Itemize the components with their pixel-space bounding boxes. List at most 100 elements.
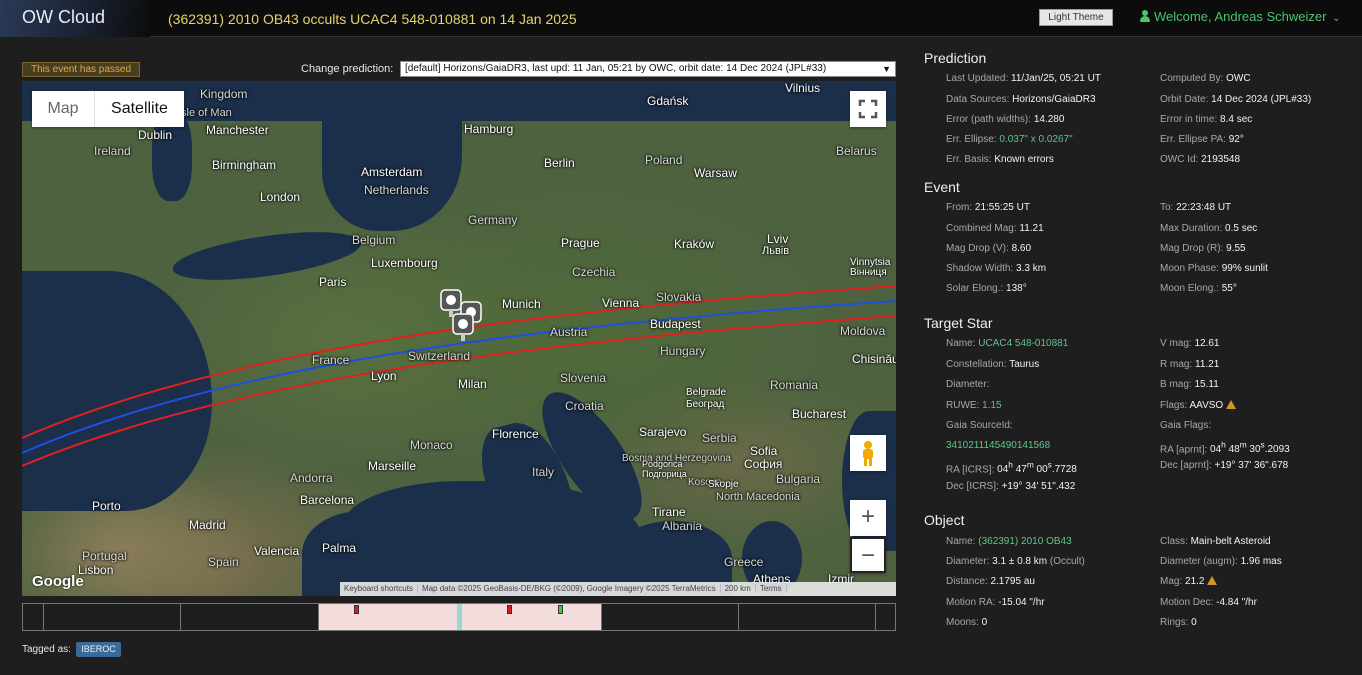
field-label: To: <box>1160 202 1174 213</box>
city-label: Manchester <box>206 123 269 137</box>
map-data-credit: Map data ©2025 GeoBasis-DE/BKG (©2009), … <box>417 584 721 593</box>
field-value: 14 Dec 2024 (JPL#33) <box>1211 94 1312 105</box>
event-row: From: 21:55:25 UT <box>946 202 1030 213</box>
country-label: France <box>312 353 350 367</box>
map-type-satellite-button[interactable]: Satellite <box>95 91 184 127</box>
tag-badge[interactable]: IBEROC <box>76 642 121 657</box>
city-label: Marseille <box>368 459 417 473</box>
prediction-section-title: Prediction <box>924 50 987 66</box>
star-row: Gaia SourceId: <box>946 420 1013 431</box>
field-value: +19° 34' 51".432 <box>1001 481 1076 492</box>
field-value: 2193548 <box>1201 154 1241 165</box>
timeline-observer-mark[interactable] <box>354 605 359 614</box>
object-row: Motion RA: -15.04 "/hr <box>946 597 1045 608</box>
city-label: Chisinău <box>852 352 896 366</box>
field-label: B mag: <box>1160 379 1192 390</box>
field-value: -4.84 "/hr <box>1216 597 1257 608</box>
user-icon <box>1140 10 1150 22</box>
fullscreen-icon <box>858 99 878 119</box>
timeline-observer-mark[interactable] <box>507 605 512 614</box>
field-value: 0.037" x 0.0267" <box>999 134 1073 145</box>
country-label: Belgium <box>352 233 396 247</box>
city-label: Barcelona <box>300 493 355 507</box>
country-label: Belarus <box>836 144 877 158</box>
event-row: Moon Elong.: 55° <box>1160 283 1237 294</box>
country-label: Portugal <box>82 549 127 563</box>
field-label: Mag Drop (V): <box>946 243 1009 254</box>
field-value: 0 <box>981 617 988 628</box>
field-value: 55° <box>1221 283 1237 294</box>
object-row: Motion Dec: -4.84 "/hr <box>1160 597 1257 608</box>
street-view-pegman[interactable] <box>850 435 886 471</box>
field-value: AAVSO <box>1189 400 1224 411</box>
field-label: Name: <box>946 338 976 349</box>
field-label: RA [ICRS]: <box>946 464 995 476</box>
field-label: Err. Ellipse PA: <box>1160 134 1226 145</box>
fullscreen-button[interactable] <box>850 91 886 127</box>
zoom-in-button[interactable]: + <box>850 500 886 536</box>
field-label: R mag: <box>1160 359 1193 370</box>
city-label: Warsaw <box>694 166 737 180</box>
field-value: 11.21 <box>1019 223 1044 234</box>
field-value: +19° 37' 36".678 <box>1214 460 1289 471</box>
object-row: Mag: 21.2 <box>1160 576 1218 587</box>
user-menu[interactable]: Welcome, Andreas Schweizer ⌄ <box>1140 9 1340 24</box>
top-bar: OW Cloud (362391) 2010 OB43 occults UCAC… <box>0 0 1362 37</box>
field-value: 1.15 <box>982 400 1002 411</box>
object-row: Distance: 2.1795 au <box>946 576 1035 587</box>
field-value: -15.04 "/hr <box>998 597 1045 608</box>
field-label: Max Duration: <box>1160 223 1223 234</box>
field-label: Flags: <box>1160 400 1188 411</box>
map[interactable]: Kingdom Isle of Man Ireland Netherlands … <box>22 81 896 596</box>
field-label: Moons: <box>946 617 979 628</box>
field-value: 15.11 <box>1194 379 1219 390</box>
city-label: Београд <box>686 399 725 410</box>
zoom-out-button[interactable]: − <box>850 537 886 573</box>
timeline-divider <box>318 604 319 630</box>
object-name-link[interactable]: (362391) 2010 OB43 <box>978 536 1071 547</box>
timeline-observer-mark[interactable] <box>558 605 563 614</box>
observer-marker-3[interactable] <box>450 311 476 341</box>
field-label: RUWE: <box>946 400 980 411</box>
field-label: Rings: <box>1160 617 1189 628</box>
field-label: V mag: <box>1160 338 1192 349</box>
city-label: Birmingham <box>212 158 277 172</box>
country-label: Serbia <box>702 431 737 445</box>
field-source: (Occult) <box>1049 556 1085 567</box>
map-scale[interactable]: 200 km <box>720 584 756 593</box>
star-row: RA [ICRS]: 04h 47m 00s.7728 <box>946 460 1077 475</box>
object-row: Name: (362391) 2010 OB43 <box>946 536 1072 547</box>
event-passed-badge: This event has passed <box>22 62 140 77</box>
terms-link[interactable]: Terms <box>755 584 787 593</box>
country-label: Kingdom <box>200 87 248 101</box>
field-value: OWC <box>1226 73 1251 84</box>
light-theme-button[interactable]: Light Theme <box>1039 9 1113 26</box>
field-label: OWC Id: <box>1160 154 1199 165</box>
star-row: Dec [ICRS]: +19° 34' 51".432 <box>946 481 1075 492</box>
keyboard-shortcuts-link[interactable]: Keyboard shortcuts <box>340 584 418 593</box>
prediction-row: Err. Ellipse PA: 92° <box>1160 134 1244 145</box>
prediction-select[interactable]: [default] Horizons/GaiaDR3, last upd: 11… <box>400 61 896 77</box>
map-type-map-button[interactable]: Map <box>32 91 95 127</box>
app-logo[interactable]: OW Cloud <box>0 0 150 37</box>
event-timeline[interactable] <box>22 603 896 631</box>
city-label: Sarajevo <box>639 425 687 439</box>
field-label: RA [aprnt]: <box>1160 444 1208 456</box>
city-label: Sofia <box>750 444 778 458</box>
field-label: Mag: <box>1160 576 1183 587</box>
star-name-link[interactable]: UCAC4 548-010881 <box>978 338 1068 349</box>
prediction-row: Err. Ellipse: 0.037" x 0.0267" <box>946 134 1073 145</box>
welcome-text: Welcome, Andreas Schweizer <box>1154 9 1327 24</box>
country-label: Andorra <box>290 471 333 485</box>
event-row: Max Duration: 0.5 sec <box>1160 223 1257 234</box>
prediction-row: Err. Basis: Known errors <box>946 154 1054 165</box>
country-label: Albania <box>662 519 703 533</box>
star-row: Gaia Flags: <box>1160 420 1211 431</box>
field-label: Dec [ICRS]: <box>946 481 999 492</box>
city-label: Skopje <box>708 479 739 490</box>
gaia-source-id-link[interactable]: 3410211145490141568 <box>946 440 1050 451</box>
timeline-center-marker <box>457 604 462 630</box>
map-attribution: Keyboard shortcuts Map data ©2025 GeoBasi… <box>340 582 896 596</box>
target-star-section-title: Target Star <box>924 315 993 331</box>
city-label: Belgrade <box>686 387 727 398</box>
